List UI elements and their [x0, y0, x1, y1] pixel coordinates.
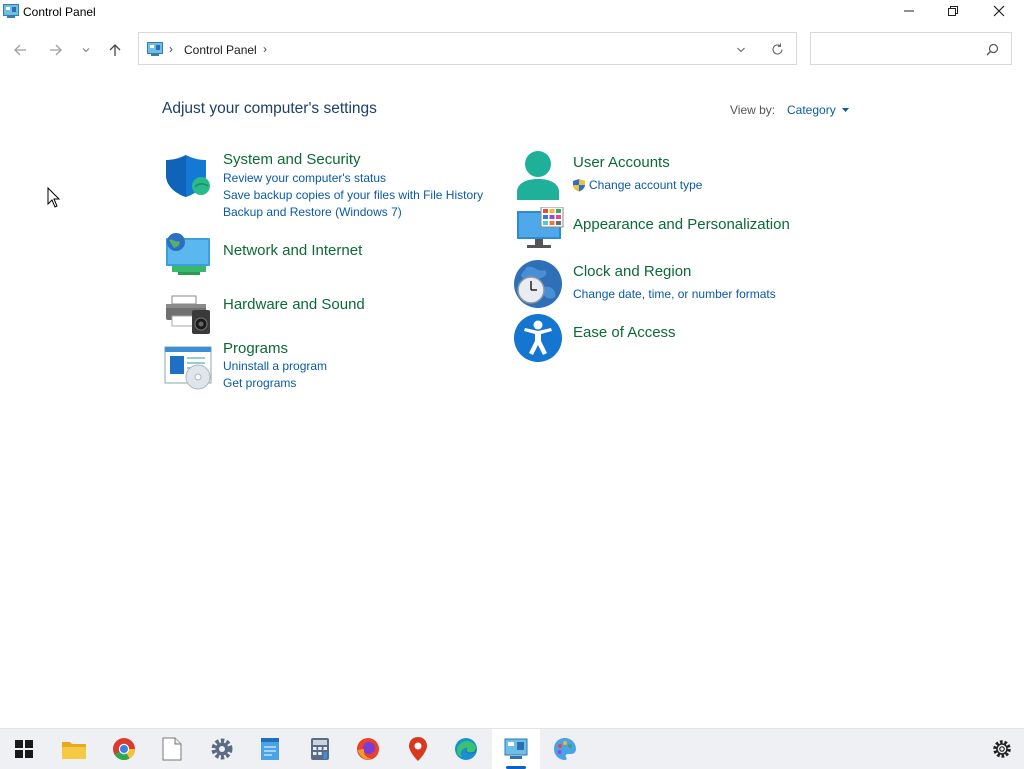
restore-button[interactable]	[930, 0, 976, 22]
caret-down-icon	[842, 108, 850, 112]
up-button[interactable]	[105, 40, 125, 60]
folder-icon	[62, 742, 86, 759]
arrow-up-icon	[109, 44, 121, 56]
windows-start-icon	[15, 740, 33, 758]
ease-of-access-link[interactable]: Ease of Access	[573, 324, 676, 341]
refresh-icon[interactable]	[771, 43, 784, 56]
recent-locations-button[interactable]	[76, 40, 96, 60]
navigation-bar: › Control Panel ›	[0, 32, 1024, 68]
chevron-right-icon[interactable]: ›	[263, 42, 267, 56]
chrome-icon	[113, 738, 135, 760]
taskbar-maps[interactable]	[394, 729, 442, 769]
taskbar-firefox[interactable]	[344, 729, 392, 769]
taskbar-settings[interactable]	[198, 729, 246, 769]
search-box[interactable]	[810, 32, 1012, 65]
network-internet-link[interactable]: Network and Internet	[223, 242, 362, 259]
appearance-personalization-link[interactable]: Appearance and Personalization	[573, 216, 790, 233]
taskbar-notepad[interactable]	[246, 729, 294, 769]
programs-icon[interactable]	[164, 345, 212, 391]
notepad-icon	[261, 738, 279, 760]
chevron-down-icon	[82, 48, 90, 53]
taskbar	[0, 728, 1024, 769]
settings-gear-icon	[211, 738, 233, 760]
user-accounts-link[interactable]: User Accounts	[573, 154, 670, 171]
system-security-link[interactable]: System and Security	[223, 151, 361, 168]
uninstall-program-link[interactable]: Uninstall a program	[223, 359, 327, 373]
taskbar-paint[interactable]	[541, 729, 589, 769]
arrow-right-icon	[50, 44, 62, 56]
edge-icon	[455, 738, 477, 760]
file-history-link[interactable]: Save backup copies of your files with Fi…	[223, 188, 483, 202]
view-by-dropdown[interactable]: Category	[787, 103, 850, 117]
map-pin-icon	[409, 737, 427, 761]
hardware-sound-link[interactable]: Hardware and Sound	[223, 296, 365, 313]
review-status-link[interactable]: Review your computer's status	[223, 171, 386, 185]
paint-palette-icon	[554, 738, 576, 760]
close-button[interactable]	[976, 0, 1022, 22]
taskbar-file-explorer[interactable]	[50, 729, 98, 769]
mouse-cursor-icon	[47, 187, 61, 208]
network-globe-icon[interactable]	[164, 232, 212, 278]
restore-icon	[948, 6, 958, 16]
chevron-down-icon[interactable]	[736, 45, 746, 55]
get-programs-link[interactable]: Get programs	[223, 376, 296, 390]
control-panel-icon	[3, 4, 19, 18]
clock-globe-icon[interactable]	[513, 259, 563, 309]
shield-icon[interactable]	[164, 153, 212, 199]
user-icon[interactable]	[515, 150, 563, 202]
search-input[interactable]	[817, 39, 981, 61]
search-icon[interactable]	[986, 43, 999, 56]
programs-link[interactable]: Programs	[223, 340, 288, 357]
taskbar-file[interactable]	[148, 729, 196, 769]
taskbar-control-panel[interactable]	[492, 729, 540, 769]
calculator-icon	[311, 738, 329, 760]
view-by-value[interactable]: Category	[787, 103, 836, 117]
forward-button[interactable]	[46, 40, 66, 60]
control-panel-icon	[504, 738, 528, 759]
taskbar-chrome[interactable]	[100, 729, 148, 769]
control-panel-icon	[147, 42, 163, 56]
printer-icon[interactable]	[164, 294, 212, 338]
arrow-left-icon	[14, 44, 26, 56]
close-icon	[993, 5, 1005, 17]
taskbar-calculator[interactable]	[296, 729, 344, 769]
chevron-right-icon[interactable]: ›	[169, 42, 173, 56]
clock-region-link[interactable]: Clock and Region	[573, 263, 691, 280]
view-by-label: View by:	[730, 103, 776, 117]
monitor-personalization-icon[interactable]	[515, 207, 565, 251]
breadcrumb-control-panel[interactable]: Control Panel	[184, 43, 257, 57]
accessibility-icon[interactable]	[513, 313, 563, 363]
uac-shield-icon	[573, 179, 585, 192]
page-title: Adjust your computer's settings	[162, 100, 377, 117]
minimize-icon	[904, 10, 914, 12]
backup-restore-link[interactable]: Backup and Restore (Windows 7)	[223, 205, 402, 219]
firefox-icon	[357, 738, 379, 760]
start-button[interactable]	[0, 729, 48, 769]
back-button[interactable]	[10, 40, 30, 60]
window-title: Control Panel	[23, 5, 96, 19]
title-bar: Control Panel	[0, 0, 1024, 24]
change-account-type-link[interactable]: Change account type	[589, 178, 702, 192]
address-bar[interactable]: › Control Panel ›	[138, 32, 797, 65]
taskbar-settings-tray[interactable]	[978, 729, 1024, 769]
change-formats-link[interactable]: Change date, time, or number formats	[573, 287, 776, 301]
gear-icon	[993, 740, 1011, 758]
file-icon	[162, 737, 182, 761]
minimize-button[interactable]	[886, 0, 932, 22]
taskbar-edge[interactable]	[442, 729, 490, 769]
